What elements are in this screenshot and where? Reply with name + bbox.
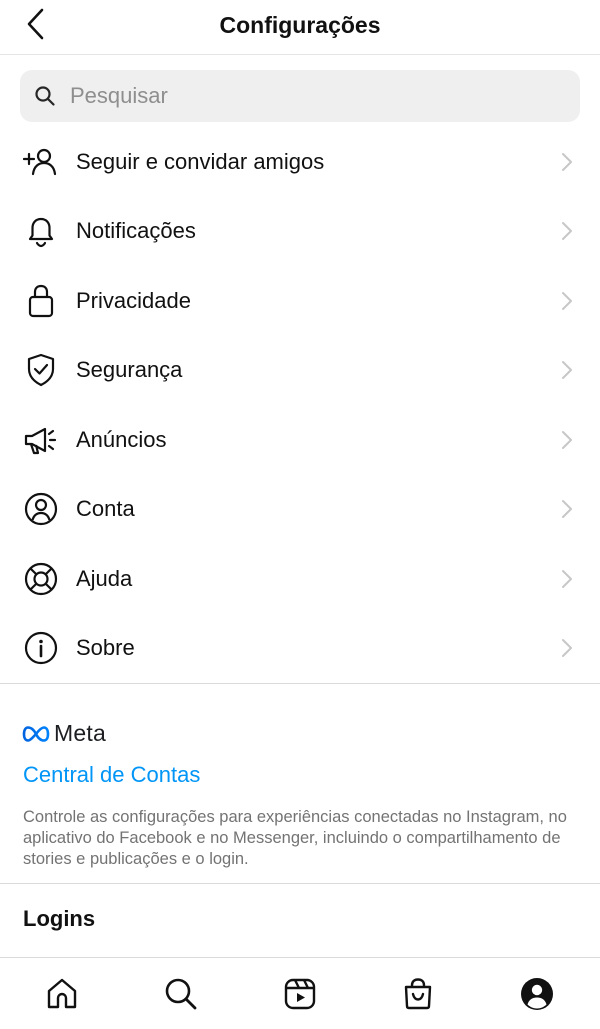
search-icon xyxy=(165,978,197,1010)
tab-reels[interactable] xyxy=(280,974,320,1014)
meta-logo: Meta xyxy=(22,720,106,747)
meta-infinity-icon xyxy=(22,725,50,742)
tab-home[interactable] xyxy=(42,974,82,1014)
menu-item-privacy[interactable]: Privacidade xyxy=(0,266,600,336)
add-person-icon xyxy=(22,143,60,181)
lock-icon xyxy=(22,282,60,320)
bottom-tab-bar xyxy=(0,957,600,1029)
user-circle-icon xyxy=(22,490,60,528)
menu-item-account[interactable]: Conta xyxy=(0,475,600,545)
header: Configurações xyxy=(0,0,600,55)
megaphone-icon xyxy=(22,421,60,459)
meta-wordmark: Meta xyxy=(54,720,106,746)
menu-item-label: Anúncios xyxy=(76,426,167,452)
menu-item-label: Privacidade xyxy=(76,287,191,313)
accounts-center-description: Controle as configurações para experiênc… xyxy=(23,808,567,868)
menu-item-help[interactable]: Ajuda xyxy=(0,544,600,614)
page-title: Configurações xyxy=(219,12,381,38)
menu-item-label: Ajuda xyxy=(76,565,133,591)
divider xyxy=(0,683,600,684)
info-icon xyxy=(22,629,60,667)
chevron-right-icon xyxy=(560,498,574,520)
tab-search[interactable] xyxy=(161,974,201,1014)
search-icon xyxy=(34,85,56,107)
chevron-right-icon xyxy=(560,151,574,173)
menu-item-follow-invite[interactable]: Seguir e convidar amigos xyxy=(0,127,600,197)
menu-item-notifications[interactable]: Notificações xyxy=(0,197,600,267)
chevron-right-icon xyxy=(560,220,574,242)
menu-item-ads[interactable]: Anúncios xyxy=(0,405,600,475)
menu-item-about[interactable]: Sobre xyxy=(0,614,600,684)
shield-check-icon xyxy=(22,351,60,389)
profile-icon xyxy=(521,978,553,1010)
chevron-right-icon xyxy=(560,637,574,659)
logins-heading: Logins xyxy=(23,906,96,931)
search-bar[interactable] xyxy=(20,70,580,122)
shop-icon xyxy=(404,978,432,1010)
chevron-right-icon xyxy=(560,568,574,590)
bell-icon xyxy=(22,212,60,250)
lifebuoy-icon xyxy=(22,560,60,598)
divider xyxy=(0,883,600,884)
chevron-right-icon xyxy=(560,290,574,312)
tab-profile[interactable] xyxy=(517,974,557,1014)
home-icon xyxy=(47,978,77,1009)
menu-item-label: Seguir e convidar amigos xyxy=(76,148,325,174)
chevron-right-icon xyxy=(560,359,574,381)
tab-shop[interactable] xyxy=(398,974,438,1014)
settings-menu: Seguir e convidar amigos Notificações Pr… xyxy=(0,127,600,683)
accounts-center-link[interactable]: Central de Contas xyxy=(23,762,200,788)
menu-item-security[interactable]: Segurança xyxy=(0,336,600,406)
chevron-right-icon xyxy=(560,429,574,451)
menu-item-label: Sobre xyxy=(76,635,135,661)
search-input[interactable] xyxy=(68,82,552,110)
menu-item-label: Notificações xyxy=(76,218,196,244)
menu-item-label: Segurança xyxy=(76,357,183,383)
menu-item-label: Conta xyxy=(76,496,135,522)
reels-icon xyxy=(284,978,316,1010)
